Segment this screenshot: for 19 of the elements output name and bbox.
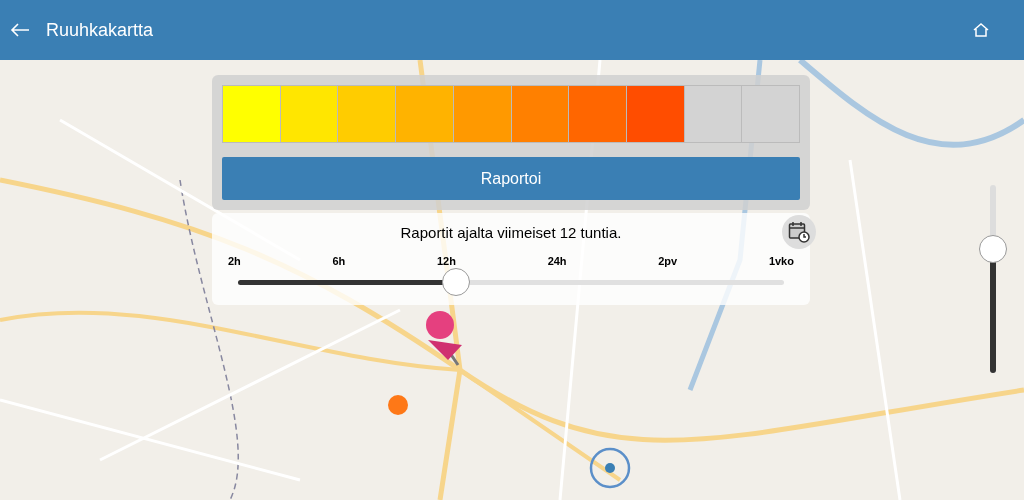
app-title: Ruuhkakartta bbox=[46, 18, 154, 42]
time-caption: Raportit ajalta viimeiset 12 tuntia. bbox=[400, 222, 622, 243]
tick-label: 2h bbox=[228, 254, 241, 269]
zoom-slider-thumb[interactable] bbox=[979, 234, 1007, 263]
report-button[interactable]: Raportoi bbox=[222, 157, 800, 200]
slider-thumb[interactable] bbox=[442, 267, 471, 296]
map-placeholder[interactable]: Raportoi Raportit ajalta viimeiset 12 tuntia. 2h 6h 12h 24h 2pv 1vko bbox=[0, 60, 1024, 500]
pushpin-icon[interactable] bbox=[426, 311, 462, 366]
heat-spot bbox=[388, 395, 408, 415]
calendar-clock-button[interactable] bbox=[782, 215, 816, 249]
location-marker bbox=[589, 447, 631, 489]
back-arrow-icon[interactable] bbox=[10, 22, 30, 38]
tick-label: 6h bbox=[332, 254, 346, 269]
tick-label: 2pv bbox=[658, 254, 678, 269]
home-icon[interactable] bbox=[973, 23, 989, 37]
calendar-clock-icon bbox=[788, 221, 810, 243]
tick-label: 1vko bbox=[768, 254, 794, 269]
tick-label: 12h bbox=[437, 254, 456, 269]
tick-label: 24h bbox=[547, 254, 567, 269]
